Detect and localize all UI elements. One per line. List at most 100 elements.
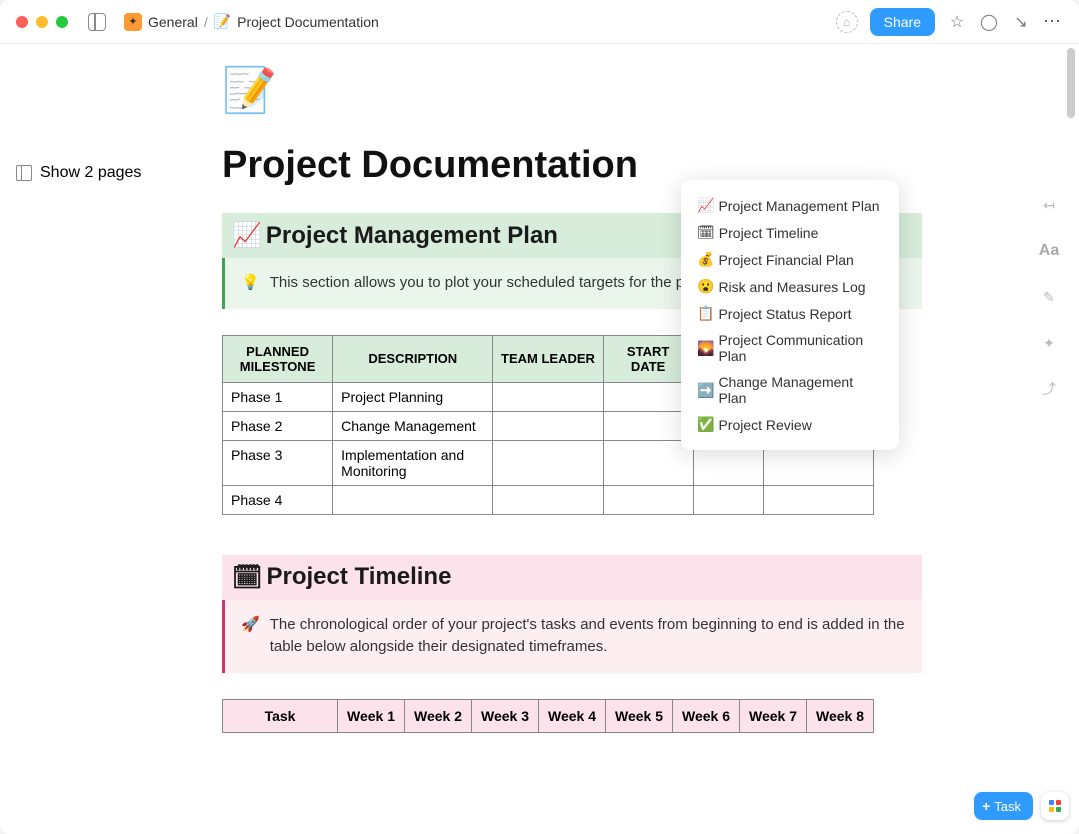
timeline-col[interactable]: Week 8 [807,699,874,732]
table-cell[interactable] [603,440,693,485]
font-icon[interactable]: Aa [1038,240,1060,262]
export-icon[interactable]: ⤴ [1038,378,1060,400]
lightbulb-icon: 💡 [241,272,260,295]
table-cell[interactable]: Phase 4 [223,485,333,514]
table-cell[interactable]: Project Planning [333,382,493,411]
maximize-window-button[interactable] [56,16,68,28]
window-controls [16,16,68,28]
breadcrumb-separator: / [204,14,208,30]
book-icon [16,165,32,181]
timeline-col[interactable]: Week 7 [740,699,807,732]
toc-item[interactable]: ✅Project Review [697,411,883,438]
toc-item-label: Risk and Measures Log [718,279,865,295]
table-cell[interactable] [603,382,693,411]
table-row[interactable]: Phase 4 [223,485,874,514]
timeline-col[interactable]: Week 6 [673,699,740,732]
toc-item-label: Project Status Report [718,306,851,322]
toc-item-icon: 🗓 [697,224,715,241]
table-cell[interactable]: Phase 3 [223,440,333,485]
timeline-table[interactable]: TaskWeek 1Week 2Week 3Week 4Week 5Week 6… [222,699,874,733]
toc-item-label: Project Financial Plan [718,252,853,268]
table-cell[interactable] [333,485,493,514]
timeline-col[interactable]: Week 2 [405,699,472,732]
breadcrumb-current-icon: 📝 [214,13,231,30]
breadcrumb-parent-icon: ✦ [124,13,142,31]
apps-button[interactable] [1041,792,1069,820]
table-cell[interactable] [763,485,873,514]
toc-popup: 📈Project Management Plan🗓Project Timelin… [681,180,899,450]
tag-icon[interactable]: ⌂ [836,11,858,33]
toc-item-icon: ✅ [697,416,714,433]
table-cell[interactable] [603,411,693,440]
toc-item-icon: 🌄 [697,340,714,357]
toc-item-label: Change Management Plan [718,374,883,406]
task-button-label: Task [994,799,1021,814]
plan-col-leader[interactable]: TEAM LEADER [493,335,603,382]
toc-item[interactable]: ➡️Change Management Plan [697,369,883,411]
breadcrumb: ✦ General / 📝 Project Documentation [124,13,379,31]
plan-col-milestone[interactable]: PLANNED MILESTONE [223,335,333,382]
toc-item-label: Project Review [718,417,811,433]
table-cell[interactable] [493,411,603,440]
new-task-button[interactable]: + Task [974,792,1033,820]
table-cell[interactable] [693,485,763,514]
table-cell[interactable]: Phase 2 [223,411,333,440]
minimize-window-button[interactable] [36,16,48,28]
toc-item-icon: 📈 [697,197,714,214]
more-icon[interactable]: ⋯ [1043,12,1063,32]
sparkle-icon[interactable]: ✦ [1038,332,1060,354]
toc-item[interactable]: 🌄Project Communication Plan [697,327,883,369]
back-icon[interactable]: ↤ [1038,194,1060,216]
share-button[interactable]: Share [870,8,935,36]
toc-item-label: Project Timeline [719,225,819,241]
sidebar-toggle-icon[interactable] [88,13,106,31]
toc-item-icon: ➡️ [697,382,714,399]
callout-timeline[interactable]: 🚀 The chronological order of your projec… [222,600,922,673]
section-heading-timeline[interactable]: 🗓Project Timeline [222,555,922,600]
show-pages-toggle[interactable]: Show 2 pages [16,164,141,182]
section-timeline-icon: 🗓 [232,563,262,592]
close-window-button[interactable] [16,16,28,28]
toc-item[interactable]: 📋Project Status Report [697,300,883,327]
table-cell[interactable]: Phase 1 [223,382,333,411]
apps-grid-icon [1049,800,1061,812]
toc-item-label: Project Communication Plan [718,332,883,364]
table-cell[interactable] [603,485,693,514]
section-timeline-title: Project Timeline [266,563,451,591]
callout-timeline-text: The chronological order of your project'… [270,614,906,659]
toc-item[interactable]: 😮Risk and Measures Log [697,273,883,300]
titlebar: ✦ General / 📝 Project Documentation ⌂ Sh… [0,0,1079,44]
comment-icon[interactable]: ◯ [979,12,999,32]
timeline-col[interactable]: Week 4 [539,699,606,732]
toc-item[interactable]: 🗓Project Timeline [697,219,883,246]
toc-item-icon: 😮 [697,278,714,295]
toc-item-label: Project Management Plan [718,198,879,214]
toc-item[interactable]: 💰Project Financial Plan [697,246,883,273]
breadcrumb-current[interactable]: Project Documentation [237,14,379,30]
table-cell[interactable] [493,440,603,485]
page-icon[interactable]: 📝 [222,64,274,116]
rocket-icon: 🚀 [241,614,260,659]
toc-item[interactable]: 📈Project Management Plan [697,192,883,219]
show-pages-label: Show 2 pages [40,164,141,182]
breadcrumb-parent[interactable]: General [148,14,198,30]
callout-plan-text: This section allows you to plot your sch… [270,272,698,295]
toc-item-icon: 💰 [697,251,714,268]
download-icon[interactable]: ↘ [1011,12,1031,32]
toc-item-icon: 📋 [697,305,714,322]
star-icon[interactable]: ☆ [947,12,967,32]
magic-icon[interactable]: ✎ [1038,286,1060,308]
section-plan-title: Project Management Plan [266,222,558,250]
section-plan-icon: 📈 [232,221,262,250]
table-cell[interactable]: Implementation and Monitoring [333,440,493,485]
table-cell[interactable]: Change Management [333,411,493,440]
right-rail: ↤ Aa ✎ ✦ ⤴ [1019,88,1079,834]
timeline-col[interactable]: Week 3 [472,699,539,732]
plan-col-description[interactable]: DESCRIPTION [333,335,493,382]
table-cell[interactable] [493,485,603,514]
timeline-col[interactable]: Task [223,699,338,732]
table-cell[interactable] [493,382,603,411]
timeline-col[interactable]: Week 1 [338,699,405,732]
timeline-col[interactable]: Week 5 [606,699,673,732]
plan-col-start[interactable]: START DATE [603,335,693,382]
